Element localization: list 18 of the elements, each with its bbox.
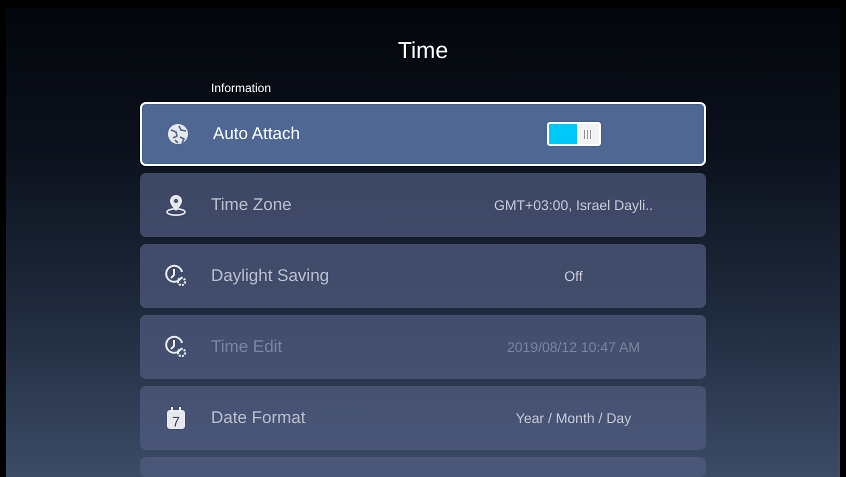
globe-icon bbox=[166, 123, 188, 145]
row-label: Time Zone bbox=[211, 195, 293, 215]
row-label: Auto Attach bbox=[213, 124, 301, 144]
row-value: GMT+03:00, Israel Dayli.. bbox=[492, 197, 654, 213]
row-value: Year / Month / Day bbox=[514, 410, 632, 426]
page-title: Time bbox=[398, 37, 448, 65]
location-pin-icon bbox=[164, 193, 186, 217]
row-label: Date Format bbox=[211, 408, 306, 428]
settings-row[interactable]: Time Zone GMT+03:00, Israel Dayli.. bbox=[140, 173, 706, 237]
clock-gear-icon bbox=[164, 264, 188, 288]
settings-row[interactable]: Daylight Saving Off bbox=[140, 244, 706, 308]
row-value: Off bbox=[563, 268, 584, 284]
settings-row[interactable]: Auto Attach bbox=[140, 102, 706, 166]
toggle-switch[interactable] bbox=[546, 122, 600, 146]
section-heading: Information bbox=[211, 81, 272, 96]
settings-row[interactable]: 7 Date Format Year / Month / Day bbox=[140, 386, 706, 450]
row-label: Daylight Saving bbox=[211, 266, 330, 286]
clock-gear-icon bbox=[164, 335, 188, 359]
